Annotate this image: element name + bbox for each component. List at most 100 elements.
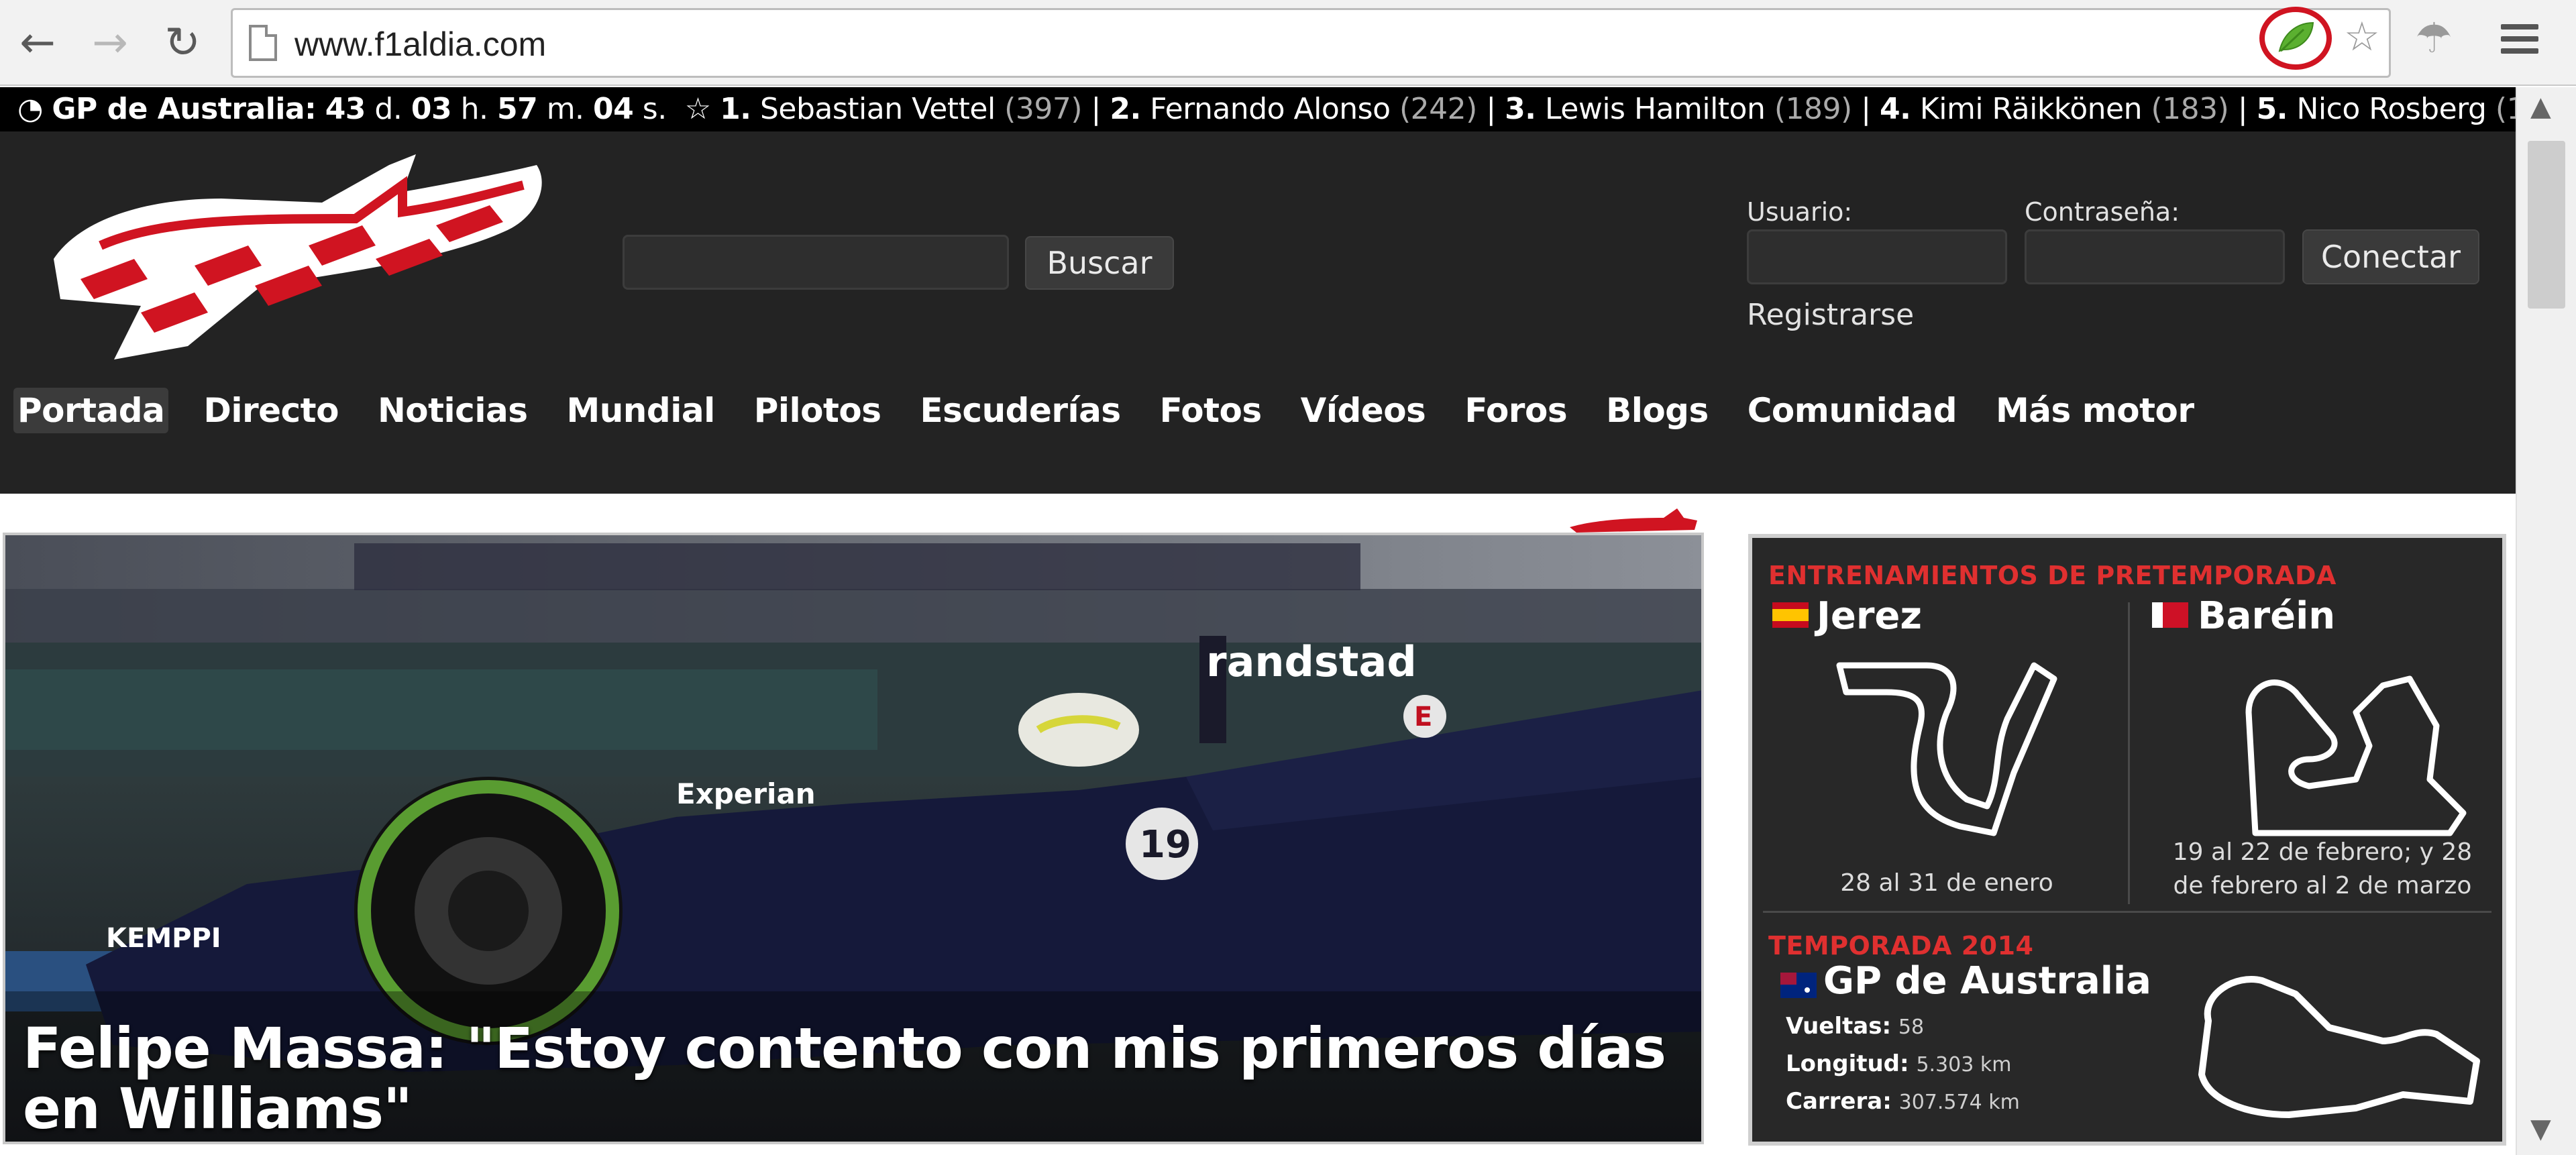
- bahrain-track-map: [2245, 675, 2467, 836]
- nav-item-mas-motor[interactable]: Más motor: [1992, 388, 2198, 433]
- car-number: 19: [1139, 823, 1191, 867]
- separator: |: [1486, 92, 1496, 126]
- australia-flag-icon: [1780, 973, 1817, 998]
- standing-points: (242): [1399, 92, 1477, 126]
- standing-points: (183): [2151, 92, 2229, 126]
- separator: |: [2237, 92, 2248, 126]
- hours-unit: h.: [460, 92, 488, 126]
- countdown-minutes: 57: [496, 92, 538, 126]
- page-scrollbar[interactable]: ▲ ▼: [2516, 87, 2576, 1155]
- countdown-seconds: 04: [593, 92, 634, 126]
- site-header: Buscar Usuario: Contraseña: Conectar Reg…: [0, 131, 2516, 494]
- hamburger-menu-icon[interactable]: [2501, 24, 2538, 59]
- seconds-unit: s.: [642, 92, 667, 126]
- countdown-days: 43: [325, 92, 366, 126]
- username-label: Usuario:: [1747, 197, 1853, 227]
- nav-item-foros[interactable]: Foros: [1460, 388, 1571, 433]
- jerez-dates: 28 al 31 de enero: [1840, 869, 2053, 897]
- url-text[interactable]: www.f1aldia.com: [294, 25, 546, 64]
- spain-flag-icon: [1772, 602, 1809, 628]
- scroll-up-icon[interactable]: ▲: [2530, 91, 2551, 122]
- umbrella-icon[interactable]: ☂: [2415, 13, 2453, 62]
- nav-item-videos[interactable]: Vídeos: [1297, 388, 1430, 433]
- standing-driver[interactable]: Kimi Räikkönen: [1920, 92, 2143, 126]
- nav-item-mundial[interactable]: Mundial: [562, 388, 718, 433]
- nav-item-blogs[interactable]: Blogs: [1602, 388, 1713, 433]
- race-label: Carrera:: [1786, 1088, 1892, 1115]
- scroll-down-icon[interactable]: ▼: [2530, 1113, 2551, 1144]
- countdown-hours: 03: [411, 92, 452, 126]
- barein-dates-line-2: de febrero al 2 de marzo: [2173, 872, 2472, 899]
- password-input[interactable]: [2025, 229, 2285, 284]
- standing-pos: 5.: [2256, 92, 2288, 126]
- barein-dates-line-1: 19 al 22 de febrero; y 28: [2172, 838, 2473, 866]
- address-bar[interactable]: www.f1aldia.com: [231, 8, 2391, 78]
- login-button[interactable]: Conectar: [2302, 229, 2479, 284]
- reload-icon[interactable]: ↻: [152, 12, 213, 74]
- season-title: TEMPORADA 2014: [1768, 931, 2034, 960]
- minutes-unit: m.: [546, 92, 584, 126]
- nav-item-fotos[interactable]: Fotos: [1156, 388, 1266, 433]
- gp-name[interactable]: GP de Australia: [1823, 959, 2151, 1003]
- password-label: Contraseña:: [2025, 197, 2180, 227]
- star-icon: ☆: [684, 92, 711, 126]
- laps-value: 58: [1898, 1015, 1925, 1039]
- hero-headline[interactable]: Felipe Massa: "Estoy contento con mis pr…: [23, 1018, 1673, 1139]
- nav-item-noticias[interactable]: Noticias: [374, 388, 532, 433]
- header-gap: [0, 494, 2516, 533]
- standing-pos: 2.: [1110, 92, 1141, 126]
- car-sponsor-kemppi: KEMPPI: [106, 923, 221, 954]
- countdown-label: GP de Australia:: [52, 92, 317, 126]
- search-input[interactable]: [623, 235, 1009, 290]
- nav-item-portada[interactable]: Portada: [13, 388, 169, 433]
- separator: |: [1861, 92, 1871, 126]
- divider: [1763, 911, 2491, 913]
- calendar-panel: ENTRENAMIENTOS DE PRETEMPORADA Jerez Bar…: [1748, 534, 2506, 1146]
- car-sponsor-experian: Experian: [676, 777, 816, 810]
- page-icon: [249, 25, 277, 61]
- separator: |: [1091, 92, 1102, 126]
- nav-item-comunidad[interactable]: Comunidad: [1743, 388, 1961, 433]
- gp-length: Longitud: 5.303 km: [1786, 1050, 2011, 1077]
- bookmark-star-icon[interactable]: ☆: [2344, 13, 2380, 60]
- standing-pos: 4.: [1880, 92, 1911, 126]
- standing-driver[interactable]: Sebastian Vettel: [760, 92, 996, 126]
- scroll-thumb[interactable]: [2528, 141, 2565, 309]
- standing-points: (397): [1004, 92, 1082, 126]
- divider: [2128, 602, 2130, 904]
- standing-driver[interactable]: Nico Rosberg: [2296, 92, 2486, 126]
- browser-toolbar: ← → ↻ www.f1aldia.com ☆ ☂: [0, 0, 2576, 86]
- standing-pos: 3.: [1505, 92, 1536, 126]
- hero-article[interactable]: randstad Experian KEMPPI 19 E Felipe Mas…: [3, 533, 1704, 1144]
- nav-item-pilotos[interactable]: Pilotos: [750, 388, 885, 433]
- standing-pos: 1.: [720, 92, 751, 126]
- circuit-name-jerez[interactable]: Jerez: [1817, 594, 1922, 638]
- days-unit: d.: [374, 92, 402, 126]
- jerez-track-map: [1836, 662, 2057, 836]
- standing-driver[interactable]: Lewis Hamilton: [1545, 92, 1766, 126]
- length-value: 5.303 km: [1916, 1053, 2012, 1077]
- forward-arrow-icon[interactable]: →: [79, 12, 141, 74]
- standing-points: (189): [1774, 92, 1852, 126]
- nav-item-escuderias[interactable]: Escuderías: [916, 388, 1125, 433]
- mini-logo: [1570, 508, 1697, 533]
- circuit-name-barein[interactable]: Baréin: [2198, 594, 2335, 638]
- search-button[interactable]: Buscar: [1025, 236, 1174, 290]
- site-logo[interactable]: [40, 145, 550, 373]
- gp-laps: Vueltas: 58: [1786, 1013, 1924, 1040]
- laps-label: Vueltas:: [1786, 1013, 1892, 1040]
- username-input[interactable]: [1747, 229, 2007, 284]
- gp-race-distance: Carrera: 307.574 km: [1786, 1088, 2020, 1115]
- register-link[interactable]: Registrarse: [1747, 298, 1914, 332]
- standing-driver[interactable]: Fernando Alonso: [1150, 92, 1391, 126]
- preseason-title: ENTRENAMIENTOS DE PRETEMPORADA: [1768, 561, 2337, 590]
- melbourne-track-map: [2198, 976, 2480, 1118]
- length-label: Longitud:: [1786, 1050, 1909, 1077]
- nav-item-directo[interactable]: Directo: [199, 388, 343, 433]
- clock-icon: ◔: [17, 92, 43, 126]
- leaf-icon[interactable]: [2277, 20, 2316, 54]
- main-nav: Portada Directo Noticias Mundial Pilotos…: [13, 386, 2229, 435]
- standings-ticker: ◔ GP de Australia: 43 d. 03 h. 57 m. 04 …: [0, 87, 2573, 131]
- race-value: 307.574 km: [1898, 1091, 2020, 1114]
- back-arrow-icon[interactable]: ←: [7, 12, 68, 74]
